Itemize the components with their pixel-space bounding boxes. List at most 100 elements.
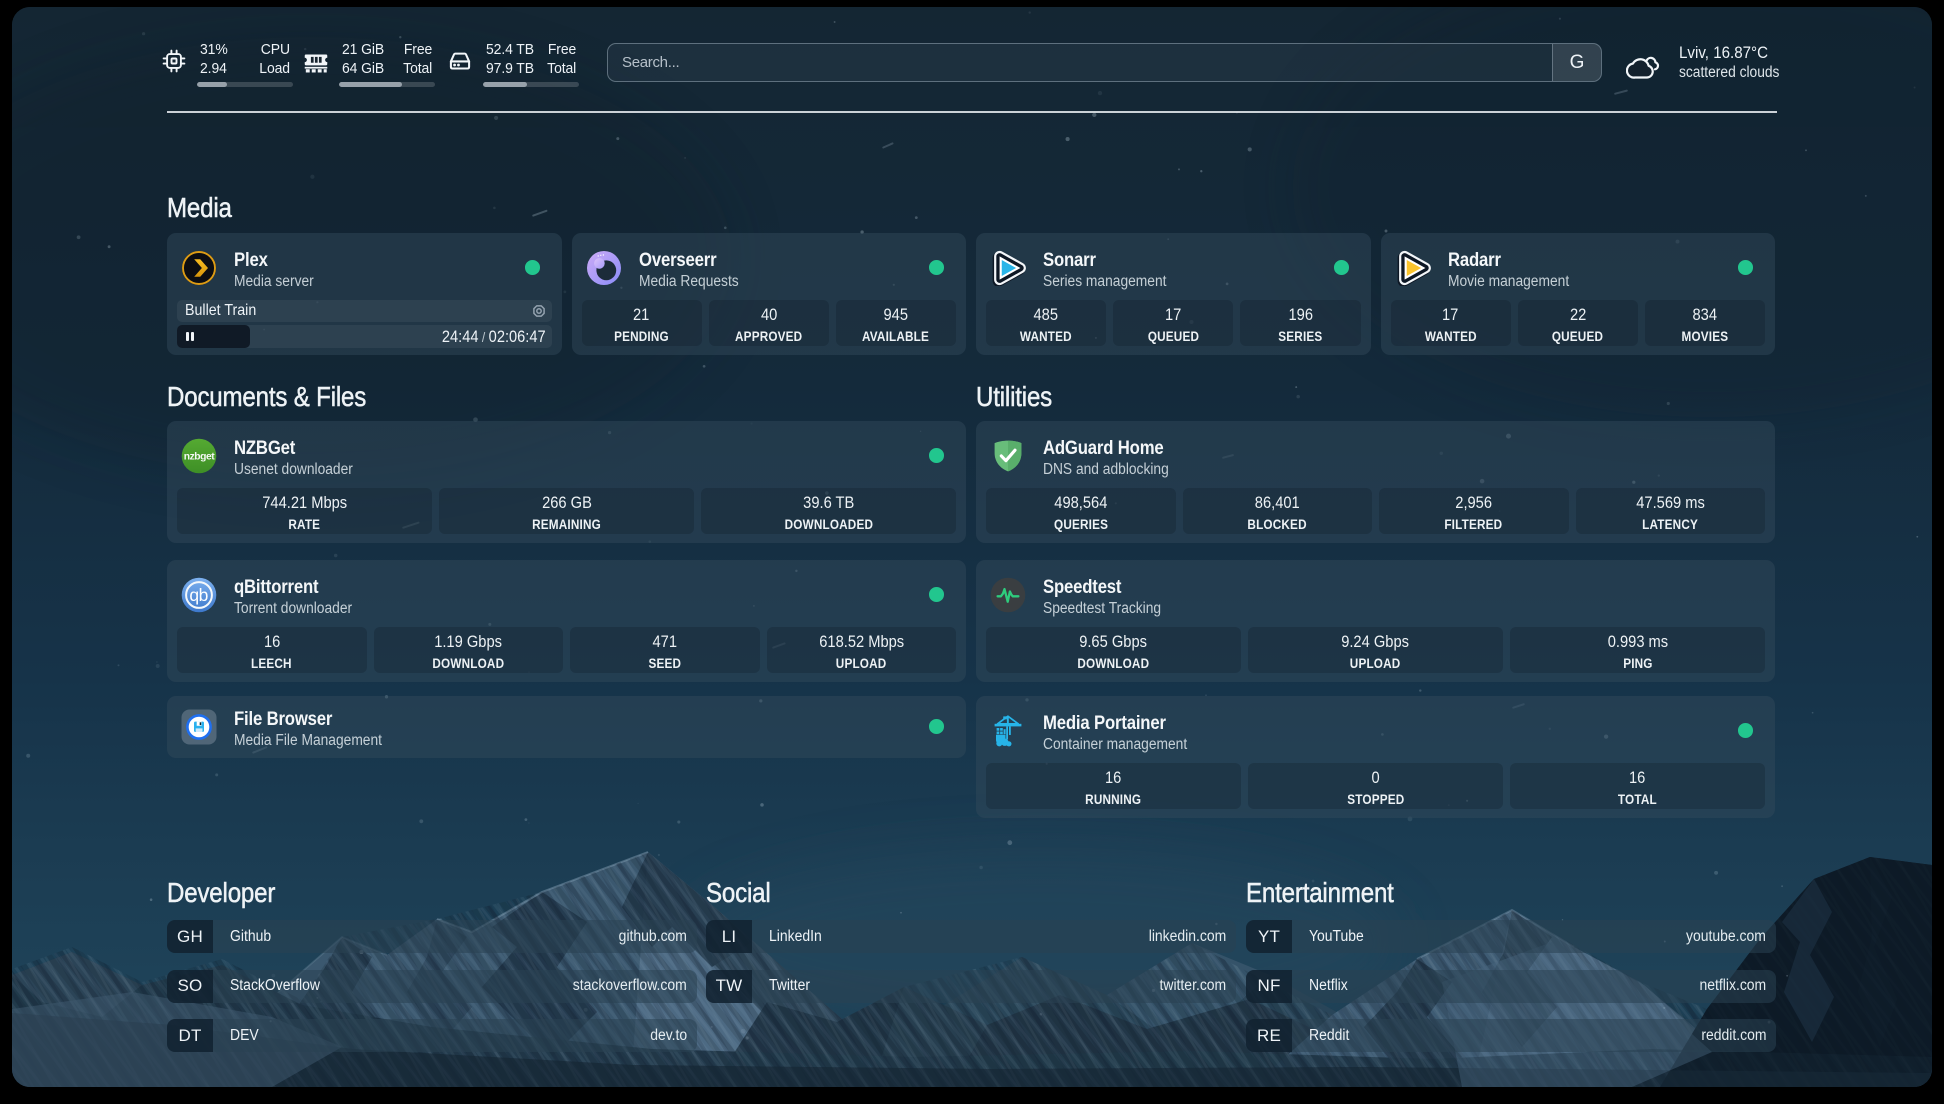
stat-download: 1.19 GbpsDOWNLOAD <box>374 627 564 673</box>
stat-label: WANTED <box>1425 329 1477 345</box>
bookmark-stackoverflow[interactable]: SO StackOverflow stackoverflow.com <box>167 970 697 1003</box>
stat-ping: 0.993 msPING <box>1510 627 1765 673</box>
bookmark-url: github.com <box>619 928 697 946</box>
cpu-icon <box>162 49 186 73</box>
card-portainer[interactable]: Media Portainer Container management 16R… <box>976 696 1775 818</box>
bookmark-abbr: GH <box>167 920 213 953</box>
stat-label: DOWNLOAD <box>432 656 504 672</box>
card-title: Media Portainer <box>1043 713 1186 735</box>
card-text: qBittorrent Torrent downloader <box>234 577 367 618</box>
bookmark-abbr: YT <box>1246 920 1292 953</box>
card-overseerr[interactable]: Overseerr Media Requests 21PENDING 40APP… <box>572 233 967 355</box>
stat-rate: 744.21 MbpsRATE <box>177 488 432 534</box>
resource-values-column: 31% 2.94 <box>200 40 228 78</box>
bookmark-name: Netflix <box>1309 977 1348 995</box>
card-radarr[interactable]: Radarr Movie management 17WANTED 22QUEUE… <box>1381 233 1776 355</box>
bookmark-url: stackoverflow.com <box>573 977 697 995</box>
plex-progress-row: 24:44/02:06:47 <box>177 325 552 348</box>
card-speedtest[interactable]: Speedtest Speedtest Tracking 9.65 GbpsDO… <box>976 560 1775 682</box>
card-sonarr[interactable]: Sonarr Series management 485WANTED 17QUE… <box>976 233 1371 355</box>
status-dot <box>929 260 944 275</box>
bookmark-url: dev.to <box>650 1027 697 1045</box>
card-text: Media Portainer Container management <box>1043 713 1205 754</box>
resource-rows: 52.4 TB 97.9 TB Free Total <box>483 40 579 78</box>
bookmark-abbr: NF <box>1246 970 1292 1003</box>
card-subtitle: Media Requests <box>639 273 739 291</box>
search-provider-label: G <box>1570 52 1585 74</box>
plex-now-playing-row[interactable]: Bullet Train <box>177 300 552 322</box>
pause-icon[interactable] <box>186 332 194 341</box>
status-dot <box>1334 260 1349 275</box>
resource-values-column: 21 GiB 64 GiB <box>342 40 384 78</box>
stat-value: 0.993 ms <box>1607 632 1667 652</box>
cpu-usage-bar-fill <box>197 82 227 87</box>
card-title: NZBGet <box>234 438 352 460</box>
disk-total: 97.9 TB <box>486 59 534 78</box>
card-stats-row: 485WANTED 17QUEUED 196SERIES <box>986 300 1361 346</box>
cloud-icon <box>1626 51 1660 85</box>
stat-series: 196SERIES <box>1240 300 1360 346</box>
stat-label: MOVIES <box>1682 329 1729 345</box>
camera-icon <box>532 304 546 318</box>
bookmark-reddit[interactable]: RE Reddit reddit.com <box>1246 1019 1776 1052</box>
bookmark-name: Github <box>230 928 271 946</box>
bookmark-dev[interactable]: DT DEV dev.to <box>167 1019 697 1052</box>
stat-label: QUEUED <box>1552 329 1603 345</box>
card-text: AdGuard Home DNS and adblocking <box>1043 438 1184 479</box>
card-plex[interactable]: Plex Media server Bullet Train 24:44/02:… <box>167 233 562 355</box>
stat-label: WANTED <box>1020 329 1072 345</box>
bookmark-github[interactable]: GH Github github.com <box>167 920 697 953</box>
card-subtitle: Media server <box>234 273 314 291</box>
card-filebrowser[interactable]: File Browser Media File Management <box>167 696 966 758</box>
card-subtitle: DNS and adblocking <box>1043 461 1169 479</box>
portainer-icon <box>990 713 1026 749</box>
card-header: AdGuard Home DNS and adblocking <box>990 438 1753 479</box>
stat-label: REMAINING <box>532 517 601 533</box>
card-subtitle: Usenet downloader <box>234 461 353 479</box>
card-qbittorrent[interactable]: qb qBittorrent Torrent downloader 16LEEC… <box>167 560 966 682</box>
stat-label: TOTAL <box>1618 792 1657 808</box>
card-text: Plex Media server <box>234 250 324 291</box>
section-title-media: Media <box>167 191 232 224</box>
weather-widget[interactable]: Lviv, 16.87°C scattered clouds <box>1626 43 1792 85</box>
card-text: Radarr Movie management <box>1448 250 1584 291</box>
plex-time-separator: / <box>478 329 488 345</box>
card-nzbget[interactable]: nzbget NZBGet Usenet downloader 744.21 M… <box>167 421 966 543</box>
bookmark-twitter[interactable]: TW Twitter twitter.com <box>706 970 1236 1003</box>
bookmark-linkedin[interactable]: LI LinkedIn linkedin.com <box>706 920 1236 953</box>
stat-value: 47.569 ms <box>1636 493 1705 513</box>
stat-value: 266 GB <box>542 493 592 513</box>
stat-wanted: 17WANTED <box>1391 300 1511 346</box>
card-header: Media Portainer Container management <box>990 713 1753 754</box>
card-header: Plex Media server <box>181 250 540 291</box>
resource-labels-column: Free Total <box>403 40 432 78</box>
cpu-percent: 31% <box>200 40 228 59</box>
bookmark-url: youtube.com <box>1686 928 1776 946</box>
bookmark-abbr: DT <box>167 1019 213 1052</box>
section-title-entertainment: Entertainment <box>1246 876 1394 909</box>
card-adguard[interactable]: AdGuard Home DNS and adblocking 498,564 Q… <box>976 421 1775 543</box>
dashboard-screen: 31% 2.94 CPU Load 21 GiB 64 GiB Free Tot… <box>12 7 1932 1087</box>
stat-label: LATENCY <box>1642 517 1698 533</box>
filebrowser-icon <box>181 709 217 745</box>
card-text: Sonarr Series management <box>1043 250 1182 291</box>
section-title-social: Social <box>706 876 771 909</box>
stat-blocked: 86,401BLOCKED <box>1183 488 1373 534</box>
card-title: qBittorrent <box>234 577 351 599</box>
resource-rows: 21 GiB 64 GiB Free Total <box>339 40 435 78</box>
bookmark-netflix[interactable]: NF Netflix netflix.com <box>1246 970 1776 1003</box>
search-provider-button[interactable]: G <box>1552 44 1601 81</box>
bookmark-url: twitter.com <box>1159 977 1236 995</box>
stat-label: FILTERED <box>1445 517 1503 533</box>
search-input[interactable] <box>608 54 1552 71</box>
weather-condition: scattered clouds <box>1679 63 1779 82</box>
now-playing-title: Bullet Train <box>177 302 493 320</box>
bookmark-youtube[interactable]: YT YouTube youtube.com <box>1246 920 1776 953</box>
stat-value: 618.52 Mbps <box>819 632 904 652</box>
bookmark-name: DEV <box>230 1027 259 1045</box>
card-header: File Browser Media File Management <box>181 709 944 750</box>
stat-label: QUERIES <box>1054 517 1108 533</box>
stat-value: 9.65 Gbps <box>1080 632 1148 652</box>
card-stats-row: 498,564QUERIES 86,401BLOCKED 2,956FILTER… <box>986 488 1765 534</box>
stat-value: 498,564 <box>1054 493 1107 513</box>
